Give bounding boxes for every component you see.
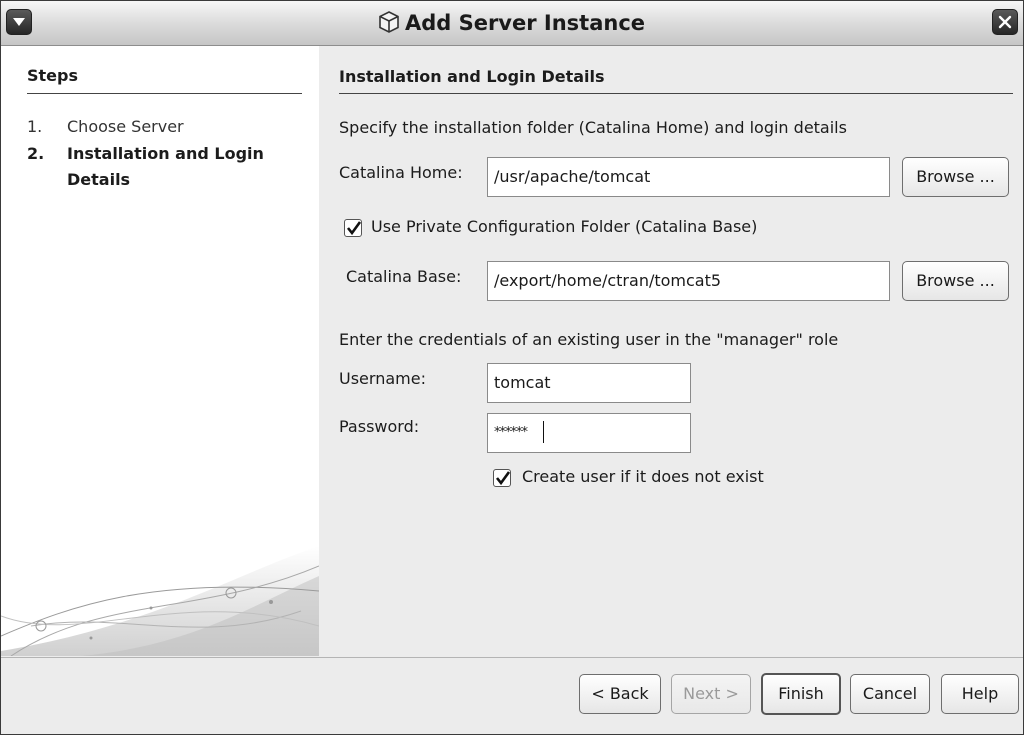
catalina-home-input[interactable]: /usr/apache/tomcat [487,157,890,197]
help-button[interactable]: Help [941,674,1019,714]
window-title: Add Server Instance [1,1,1023,45]
window-title-text: Add Server Instance [404,11,646,35]
text-caret [543,421,544,443]
username-input[interactable]: tomcat [487,363,691,403]
instructions-text: Specify the installation folder (Catalin… [339,118,847,137]
next-button[interactable]: Next > [671,674,751,714]
close-button[interactable] [992,9,1018,35]
steps-pane: Steps 1. Choose Server 2. Installation a… [1,46,319,656]
use-private-config-checkbox[interactable] [344,219,362,237]
back-button[interactable]: < Back [579,674,661,714]
browse-catalina-home-button[interactable]: Browse ... [902,157,1009,197]
cube-icon [379,11,399,33]
step-number: 1. [27,117,43,136]
close-icon [998,15,1012,29]
cancel-button[interactable]: Cancel [850,674,930,714]
create-user-label[interactable]: Create user if it does not exist [522,467,764,486]
finish-button[interactable]: Finish [761,673,841,715]
button-bar-divider [1,657,1023,658]
checkmark-icon [346,221,362,236]
username-label: Username: [339,369,426,388]
catalina-home-label: Catalina Home: [339,163,463,182]
catalina-base-label: Catalina Base: [346,267,462,286]
step-label: Choose Server [67,117,184,136]
step-label: Installation and Login Details [67,144,264,189]
add-server-instance-dialog: Add Server Instance Steps 1. Choose Serv… [0,0,1024,735]
password-input[interactable]: ****** [487,413,691,453]
steps-heading: Steps [27,66,78,85]
credentials-note: Enter the credentials of an existing use… [339,330,839,349]
use-private-config-label[interactable]: Use Private Configuration Folder (Catali… [371,217,757,236]
decorative-swoosh [1,546,319,656]
section-title: Installation and Login Details [339,67,605,86]
password-label: Password: [339,417,420,436]
create-user-checkbox[interactable] [493,469,511,487]
section-divider [339,93,1013,94]
browse-catalina-base-button[interactable]: Browse ... [902,261,1009,301]
catalina-base-input[interactable]: /export/home/ctran/tomcat5 [487,261,890,301]
title-bar[interactable]: Add Server Instance [1,1,1023,46]
checkmark-icon [495,471,511,486]
step-number: 2. [27,144,45,163]
steps-divider [27,93,302,94]
